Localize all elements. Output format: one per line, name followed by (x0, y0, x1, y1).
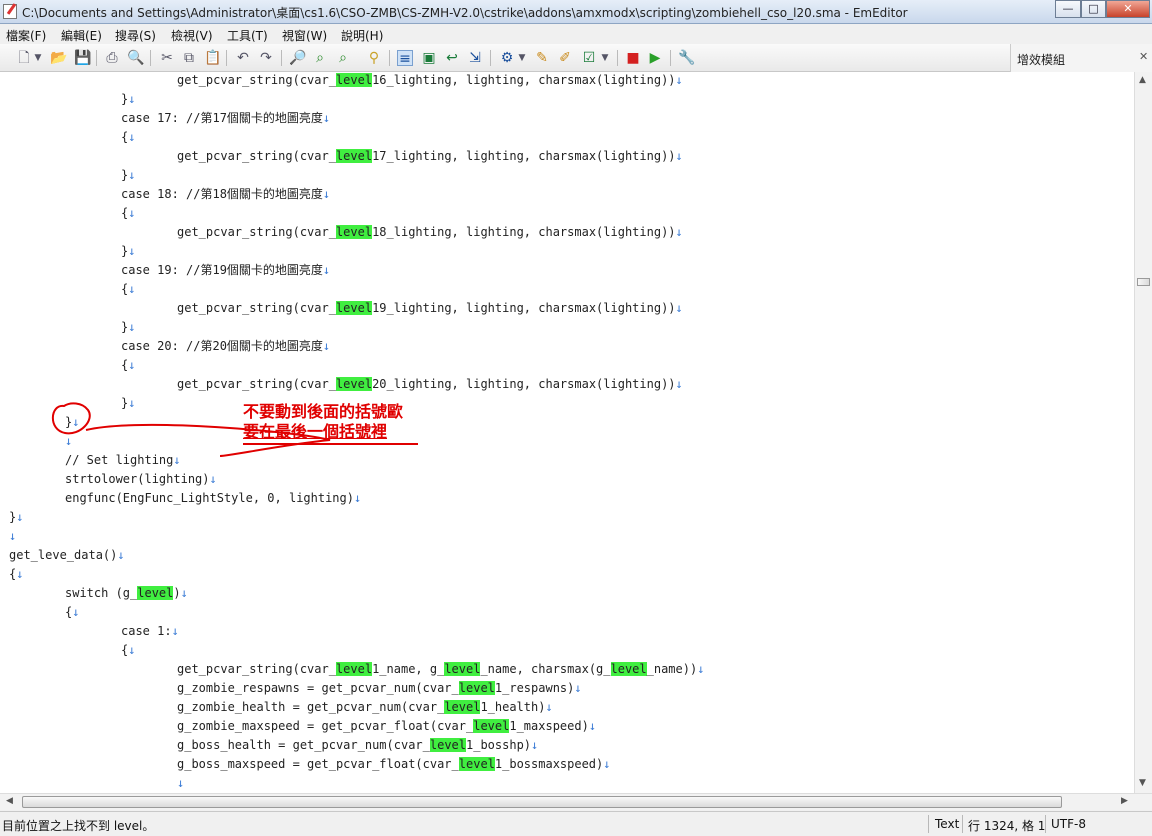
vertical-scroll-thumb[interactable] (1137, 278, 1150, 286)
toolbar-separator (389, 50, 390, 66)
scroll-right-icon[interactable]: ▶ (1121, 796, 1128, 806)
status-encoding[interactable]: UTF-8 (1051, 817, 1086, 831)
undo-icon[interactable]: ↶ (235, 50, 251, 66)
menu-help[interactable]: 說明(H) (341, 27, 383, 44)
vertical-scrollbar[interactable]: ▲ ▼ (1134, 72, 1152, 793)
menu-window[interactable]: 視窗(W) (282, 27, 327, 44)
status-divider (1045, 815, 1046, 833)
find-icon[interactable]: 🔎 (289, 50, 306, 66)
tools-icon[interactable]: 🔧 (678, 50, 695, 66)
minimize-button[interactable]: — (1055, 0, 1081, 18)
annotation-line-1: 不要動到後面的括號歐 (243, 402, 404, 421)
copy-icon[interactable]: ⧉ (181, 50, 197, 66)
horizontal-scroll-thumb[interactable] (22, 796, 1062, 808)
menu-search[interactable]: 搜尋(S) (115, 27, 156, 44)
wrap-by-window-icon[interactable]: ↩ (444, 50, 460, 66)
toolbar: 🗋 ▼ 📂 💾 ⎙ 🔍 ✂ ⧉ 📋 ↶ ↷ 🔎 ⌕ ⌕ ⚲ ≡ ▣ ↩ ⇲ ⚙ … (0, 44, 1010, 72)
close-button[interactable]: ✕ (1106, 0, 1150, 18)
toolbar-separator (96, 50, 97, 66)
plugins-panel-label: 增效模組 (1017, 53, 1066, 67)
properties-icon[interactable]: ✎ (534, 50, 550, 66)
open-folder-icon[interactable]: 📂 (50, 50, 67, 66)
scroll-up-icon[interactable]: ▲ (1139, 75, 1146, 85)
redo-icon[interactable]: ↷ (258, 50, 274, 66)
menu-tools[interactable]: 工具(T) (227, 27, 268, 44)
toolbar-separator (490, 50, 491, 66)
toolbar-separator (670, 50, 671, 66)
app-icon[interactable] (3, 4, 17, 19)
toggle-view-icon[interactable]: ▣ (421, 50, 437, 66)
save-icon[interactable]: 💾 (74, 50, 91, 66)
toolbar-separator (617, 50, 618, 66)
checkbox-icon[interactable]: ☑ (581, 50, 597, 66)
status-mode: Text (935, 817, 960, 831)
status-bar: 目前位置之上找不到 level。 Text 行 1324, 格 1 UTF-8 (0, 811, 1152, 836)
panel-close-icon[interactable]: ✕ (1139, 50, 1148, 63)
status-message: 目前位置之上找不到 level。 (2, 819, 155, 833)
status-cursor-position: 行 1324, 格 1 (968, 819, 1046, 833)
new-file-icon[interactable]: 🗋 (16, 50, 32, 66)
menu-file[interactable]: 檔案(F) (6, 27, 46, 44)
wrap-by-page-icon[interactable]: ⇲ (467, 50, 483, 66)
scroll-left-icon[interactable]: ◀ (6, 796, 13, 806)
stop-macro-icon[interactable]: ■ (625, 50, 641, 66)
menu-view[interactable]: 檢視(V) (171, 27, 213, 44)
scroll-down-icon[interactable]: ▼ (1139, 778, 1146, 788)
toolbar-separator (150, 50, 151, 66)
annotation-note: 不要動到後面的括號歐 要在最後一個括號裡 (243, 402, 403, 442)
status-divider (962, 815, 963, 833)
run-macro-icon[interactable]: ▶ (647, 50, 663, 66)
configuration-icon[interactable]: ⚙ (499, 50, 515, 66)
toolbar-separator (226, 50, 227, 66)
annotation-line-2: 要在最後一個括號裡 (243, 422, 388, 441)
new-dropdown-icon[interactable]: ▼ (33, 50, 43, 66)
find-next-icon[interactable]: ⌕ (312, 50, 328, 66)
maximize-button[interactable]: □ (1081, 0, 1106, 18)
find-previous-icon[interactable]: ⌕ (335, 50, 351, 66)
print-preview-icon[interactable]: 🔍 (127, 50, 144, 66)
configuration-dropdown-icon[interactable]: ▼ (517, 50, 527, 66)
print-icon[interactable]: ⎙ (104, 50, 120, 66)
cut-icon[interactable]: ✂ (159, 50, 175, 66)
title-bar: C:\Documents and Settings\Administrator\… (0, 0, 1152, 24)
menu-edit[interactable]: 編輯(E) (61, 27, 102, 44)
checkbox-dropdown-icon[interactable]: ▼ (600, 50, 610, 66)
all-properties-icon[interactable]: ✐ (557, 50, 573, 66)
annotation-circle-drawing (51, 402, 418, 457)
window-title: C:\Documents and Settings\Administrator\… (22, 6, 908, 20)
plugins-panel: 增效模組 ✕ (1010, 44, 1152, 72)
menu-bar: 檔案(F) 編輯(E) 搜尋(S) 檢視(V) 工具(T) 視窗(W) 說明(H… (0, 24, 1152, 44)
status-divider (928, 815, 929, 833)
word-wrap-icon[interactable]: ≡ (397, 50, 413, 67)
find-in-files-icon[interactable]: ⚲ (366, 50, 382, 66)
horizontal-scrollbar[interactable]: ◀ ▶ (0, 793, 1152, 810)
toolbar-separator (281, 50, 282, 66)
paste-icon[interactable]: 📋 (204, 50, 221, 66)
